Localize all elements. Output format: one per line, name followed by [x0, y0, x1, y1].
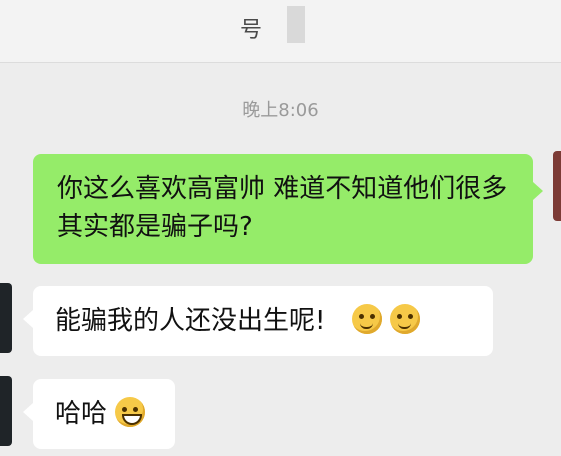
contact-avatar[interactable] [0, 376, 12, 446]
sent-message-text: 你这么喜欢高富帅 难道不知道他们很多其实都是骗子吗? [57, 174, 508, 242]
chat-title: 号 [240, 18, 263, 43]
chat-header: 号 [0, 0, 561, 63]
grin-emoji-icon [115, 396, 146, 427]
title-mask [287, 6, 305, 43]
my-avatar[interactable] [553, 151, 561, 221]
received-message-text: 能骗我的人还没出生呢! [55, 306, 326, 336]
message-timestamp: 晚上8:06 [242, 100, 319, 121]
received-message-bubble[interactable]: 哈哈 [23, 379, 175, 449]
smirk-emoji-icon [389, 303, 420, 334]
contact-avatar[interactable] [0, 283, 12, 353]
received-message-text: 哈哈 [55, 399, 108, 429]
received-message-bubble[interactable]: 能骗我的人还没出生呢! [23, 286, 493, 356]
sent-message-bubble[interactable]: 你这么喜欢高富帅 难道不知道他们很多其实都是骗子吗? [33, 154, 543, 264]
smirk-emoji-icon [351, 303, 382, 334]
